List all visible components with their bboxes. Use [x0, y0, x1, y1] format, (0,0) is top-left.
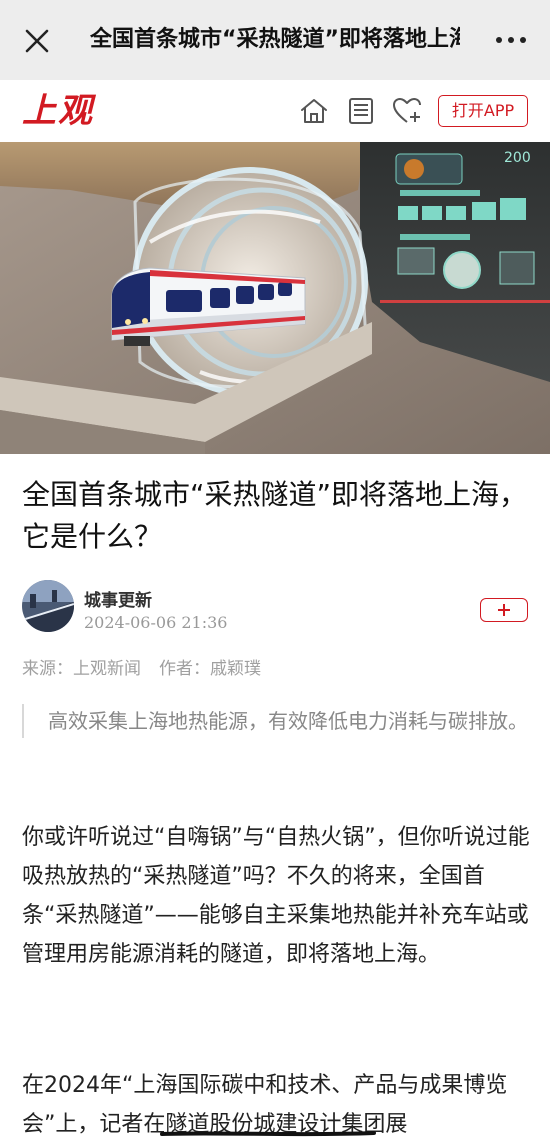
follow-plus-button[interactable] [480, 598, 528, 622]
article-paragraph: 你或许听说过“自嗨锅”与“自热火锅”，但你听说过能吸热放热的“采热隧道”吗？不久… [22, 825, 530, 967]
author-row: 城事更新 2024-06-06 21:36 [22, 580, 528, 636]
close-icon[interactable] [22, 26, 52, 56]
newspaper-icon[interactable] [344, 94, 378, 128]
top-nav-bar: 全国首条城市“采热隧道”即将落地上海，它是什么？ [0, 0, 550, 80]
article-summary: 高效采集上海地热能源，有效降低电力消耗与碳排放。 [22, 704, 532, 738]
hero-image: 200 [0, 142, 550, 454]
avatar[interactable] [22, 580, 74, 632]
article-source: 来源：上观新闻 [22, 659, 141, 679]
publish-time: 2024-06-06 21:36 [84, 613, 228, 632]
site-logo[interactable]: 上观 [22, 86, 94, 136]
open-app-button[interactable]: 打开APP [438, 95, 528, 127]
brand-bar: 上观 打开APP [0, 80, 550, 142]
svg-text:200: 200 [504, 150, 531, 166]
home-icon[interactable] [297, 94, 331, 128]
author-name[interactable]: 城事更新 [84, 586, 152, 611]
article-writer: 作者：戚颖璞 [159, 659, 261, 679]
article-headline: 全国首条城市“采热隧道”即将落地上海，它是什么？ [22, 478, 528, 553]
page-title: 全国首条城市“采热隧道”即将落地上海，它是什么？ [90, 27, 460, 52]
more-dots-icon[interactable] [494, 30, 528, 50]
article-meta: 来源：上观新闻 作者：戚颖璞 [22, 654, 279, 679]
heart-plus-icon[interactable] [390, 94, 424, 128]
strike-mark [160, 1122, 376, 1137]
